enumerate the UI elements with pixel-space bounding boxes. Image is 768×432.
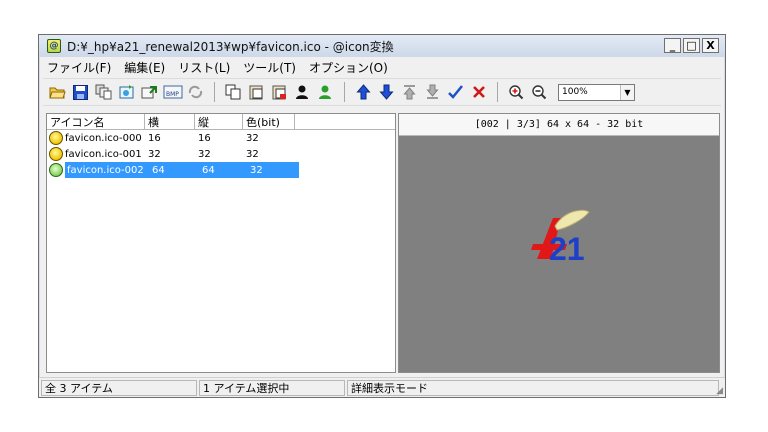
menu-file[interactable]: ファイル(F) <box>47 59 111 76</box>
smiley-icon <box>49 163 63 177</box>
save-icon[interactable] <box>70 81 91 103</box>
menu-list[interactable]: リスト(L) <box>178 59 230 76</box>
list-item[interactable]: favicon.ico-000 16 16 32 <box>47 130 395 146</box>
icon-name: favicon.ico-001 <box>65 148 142 160</box>
smiley-icon <box>49 147 63 161</box>
app-window: @ D:¥_hp¥a21_renewal2013¥wp¥favicon.ico … <box>38 34 726 398</box>
move-down-icon[interactable] <box>376 81 397 103</box>
menu-edit[interactable]: 編集(E) <box>124 59 165 76</box>
list-item[interactable]: favicon.ico-001 32 32 32 <box>47 146 395 162</box>
open-folder-icon[interactable] <box>47 81 68 103</box>
user-dark-icon[interactable] <box>292 81 313 103</box>
resize-grip-icon[interactable]: ◢ <box>716 386 723 396</box>
maximize-button[interactable]: □ <box>683 38 700 53</box>
status-selected: 1 アイテム選択中 <box>199 379 345 396</box>
toolbar: BMP 100% ▼ <box>43 78 721 106</box>
move-top-icon[interactable] <box>399 81 420 103</box>
add-image-icon[interactable] <box>116 81 137 103</box>
zoom-value: 100% <box>562 87 588 97</box>
icon-name: favicon.ico-000 <box>65 132 142 144</box>
title-bar[interactable]: @ D:¥_hp¥a21_renewal2013¥wp¥favicon.ico … <box>39 35 725 57</box>
column-header-width[interactable]: 横 <box>145 114 195 129</box>
icon-height: 64 <box>202 164 215 176</box>
toolbar-separator <box>497 82 498 102</box>
icon-list[interactable]: アイコン名 横 縦 色(bit) favicon.ico-000 16 16 3… <box>46 113 396 373</box>
user-green-icon[interactable] <box>315 81 336 103</box>
preview-header: [002 | 3/3] 64 x 64 - 32 bit <box>399 114 719 136</box>
selection-highlight: favicon.ico-002 64 64 32 <box>65 162 299 178</box>
zoom-out-icon[interactable] <box>529 81 550 103</box>
zoom-select[interactable]: 100% ▼ <box>558 83 635 101</box>
icon-width: 32 <box>148 148 161 160</box>
minimize-button[interactable]: _ <box>664 38 681 53</box>
delete-icon[interactable] <box>468 81 489 103</box>
check-icon[interactable] <box>445 81 466 103</box>
icon-width: 16 <box>148 132 161 144</box>
list-item-selected[interactable]: favicon.ico-002 64 64 32 <box>47 162 395 178</box>
app-icon[interactable]: @ <box>47 39 61 53</box>
menu-options[interactable]: オプション(O) <box>309 59 388 76</box>
column-header-name[interactable]: アイコン名 <box>47 114 145 129</box>
icon-height: 32 <box>198 148 211 160</box>
logo-number: 21 <box>549 231 585 267</box>
zoom-in-icon[interactable] <box>506 81 527 103</box>
status-mode: 詳細表示モード <box>347 379 719 396</box>
move-bottom-icon[interactable] <box>422 81 443 103</box>
chevron-down-icon[interactable]: ▼ <box>620 84 634 100</box>
refresh-icon[interactable] <box>185 81 206 103</box>
copy-icon[interactable] <box>223 81 244 103</box>
toolbar-separator <box>344 82 345 102</box>
toolbar-separator <box>214 82 215 102</box>
status-bar: 全 3 アイテム 1 アイテム選択中 詳細表示モード ◢ <box>39 377 725 397</box>
smiley-icon <box>49 131 63 145</box>
icon-bits: 32 <box>246 148 259 160</box>
paste-icon[interactable] <box>246 81 267 103</box>
icon-height: 16 <box>198 132 211 144</box>
bmp-label: BMP <box>166 91 179 98</box>
column-header-height[interactable]: 縦 <box>195 114 243 129</box>
icon-bits: 32 <box>246 132 259 144</box>
icon-bits: 32 <box>250 164 263 176</box>
close-button[interactable]: X <box>702 38 719 53</box>
menu-tools[interactable]: ツール(T) <box>243 59 296 76</box>
list-header: アイコン名 横 縦 色(bit) <box>47 114 395 130</box>
status-total: 全 3 アイテム <box>41 379 197 396</box>
window-title: D:¥_hp¥a21_renewal2013¥wp¥favicon.ico - … <box>67 39 394 54</box>
icon-name: favicon.ico-002 <box>67 164 144 176</box>
column-header-bits[interactable]: 色(bit) <box>243 114 295 129</box>
export-icon[interactable] <box>139 81 160 103</box>
preview-pane: [002 | 3/3] 64 x 64 - 32 bit 21 <box>398 113 720 373</box>
copy-multi-icon[interactable] <box>93 81 114 103</box>
move-up-icon[interactable] <box>353 81 374 103</box>
bmp-icon[interactable]: BMP <box>162 81 183 103</box>
menu-bar: ファイル(F) 編集(E) リスト(L) ツール(T) オプション(O) <box>39 57 725 77</box>
a21-logo-image: 21 <box>531 209 590 267</box>
paste-special-icon[interactable] <box>269 81 290 103</box>
icon-width: 64 <box>152 164 165 176</box>
